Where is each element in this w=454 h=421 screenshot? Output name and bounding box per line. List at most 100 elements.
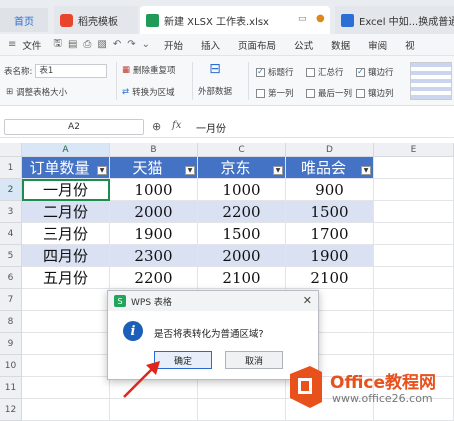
hamburger-menu-icon[interactable]: ≡ <box>8 39 16 50</box>
column-header-a[interactable]: A <box>22 143 110 157</box>
select-all-corner[interactable] <box>0 143 22 157</box>
column-header-d[interactable]: D <box>286 143 374 157</box>
filter-dropdown-icon[interactable]: ▼ <box>185 166 195 175</box>
banded-rows-checkbox[interactable]: ✓ 镶边行 <box>356 66 394 78</box>
header-row-checkbox[interactable]: ✓ 标题行 <box>256 66 294 78</box>
close-icon[interactable]: ✕ <box>303 294 312 307</box>
table-style-gallery[interactable] <box>410 62 452 100</box>
row-header[interactable]: 7 <box>0 289 22 311</box>
row-header[interactable]: 5 <box>0 245 22 267</box>
value-cell[interactable]: 1000 <box>198 179 286 201</box>
format-painter-icon[interactable]: ▧ <box>97 39 106 50</box>
row-header[interactable]: 8 <box>0 311 22 333</box>
value-cell[interactable]: 1500 <box>286 201 374 223</box>
month-cell[interactable]: 三月份 <box>22 223 110 245</box>
empty-cell[interactable] <box>22 377 110 399</box>
value-cell[interactable]: 1000 <box>110 179 198 201</box>
table-header-cell[interactable]: 京东 ▼ <box>198 157 286 179</box>
month-cell[interactable]: 四月份 <box>22 245 110 267</box>
table-name-input[interactable]: 表1 <box>35 64 108 78</box>
name-box[interactable]: A2 <box>4 119 144 135</box>
row-header[interactable]: 3 <box>0 201 22 223</box>
resize-table-button[interactable]: ⊞ 调整表格大小 <box>6 86 67 98</box>
row-header[interactable]: 1 <box>0 157 22 179</box>
empty-cell[interactable] <box>374 245 454 267</box>
menu-file[interactable]: 文件 <box>22 38 41 52</box>
empty-cell[interactable] <box>22 311 110 333</box>
print-preview-icon[interactable]: ▤ <box>68 39 77 50</box>
menu-insert[interactable]: 插入 <box>201 38 220 52</box>
empty-cell[interactable] <box>198 377 286 399</box>
value-cell[interactable]: 1900 <box>110 223 198 245</box>
month-cell[interactable]: 五月份 <box>22 267 110 289</box>
row-header[interactable]: 10 <box>0 355 22 377</box>
filter-dropdown-icon[interactable]: ▼ <box>97 166 107 175</box>
menu-review[interactable]: 审阅 <box>368 38 387 52</box>
convert-to-range-button[interactable]: ⇄ 转换为区域 <box>122 86 175 98</box>
empty-cell[interactable] <box>374 201 454 223</box>
empty-cell[interactable] <box>374 289 454 311</box>
table-header-cell[interactable]: 天猫 ▼ <box>110 157 198 179</box>
tab-template[interactable]: 稻壳模板 <box>54 6 138 34</box>
print-icon[interactable]: ⎙ <box>83 39 91 50</box>
table-header-cell[interactable]: 订单数量 ▼ <box>22 157 110 179</box>
filter-dropdown-icon[interactable]: ▼ <box>273 166 283 175</box>
monitor-icon[interactable]: ▭ <box>298 14 307 24</box>
empty-cell[interactable] <box>374 223 454 245</box>
value-cell[interactable]: 1500 <box>198 223 286 245</box>
row-header[interactable]: 2 <box>0 179 22 201</box>
formula-input[interactable]: 一月份 <box>196 120 226 135</box>
total-row-checkbox[interactable]: 汇总行 <box>306 66 344 78</box>
fx-icon[interactable]: fx <box>172 120 181 131</box>
empty-cell[interactable] <box>374 267 454 289</box>
menu-start[interactable]: 开始 <box>164 38 183 52</box>
save-icon[interactable]: 🖫 <box>53 36 62 53</box>
row-header[interactable]: 9 <box>0 333 22 355</box>
menu-view[interactable]: 视 <box>405 38 415 52</box>
remove-duplicates-button[interactable]: ▦ 删除重复项 <box>122 64 176 76</box>
column-header-c[interactable]: C <box>198 143 286 157</box>
menu-page-layout[interactable]: 页面布局 <box>238 38 276 52</box>
dropdown-icon[interactable]: ⌄ <box>142 39 150 50</box>
row-header[interactable]: 4 <box>0 223 22 245</box>
banded-columns-checkbox[interactable]: 镶边列 <box>356 87 394 99</box>
undo-icon[interactable]: ↶ <box>113 39 121 50</box>
tab-other-doc[interactable]: Excel 中如...换成普通数 <box>335 6 454 34</box>
empty-cell[interactable] <box>198 399 286 421</box>
row-header[interactable]: 11 <box>0 377 22 399</box>
empty-cell[interactable] <box>22 333 110 355</box>
empty-cell[interactable] <box>22 289 110 311</box>
empty-cell[interactable] <box>374 157 454 179</box>
row-header[interactable]: 12 <box>0 399 22 421</box>
empty-cell[interactable] <box>22 399 110 421</box>
value-cell[interactable]: 1900 <box>286 245 374 267</box>
value-cell[interactable]: 2000 <box>110 201 198 223</box>
value-cell[interactable]: 2100 <box>286 267 374 289</box>
column-header-b[interactable]: B <box>110 143 198 157</box>
value-cell[interactable]: 2200 <box>198 201 286 223</box>
menu-data[interactable]: 数据 <box>331 38 350 52</box>
menu-formula[interactable]: 公式 <box>294 38 313 52</box>
value-cell[interactable]: 2000 <box>198 245 286 267</box>
filter-dropdown-icon[interactable]: ▼ <box>361 166 371 175</box>
column-header-e[interactable]: E <box>374 143 454 157</box>
last-column-checkbox[interactable]: 最后一列 <box>306 87 352 99</box>
row-header[interactable]: 6 <box>0 267 22 289</box>
value-cell[interactable]: 2200 <box>110 267 198 289</box>
zoom-icon[interactable]: ⊕ <box>152 120 161 133</box>
value-cell[interactable]: 900 <box>286 179 374 201</box>
external-data-button[interactable]: ⊟ 外部数据 <box>198 61 232 97</box>
tab-home[interactable]: 首页 <box>0 8 48 32</box>
value-cell[interactable]: 2100 <box>198 267 286 289</box>
table-header-cell[interactable]: 唯品会 ▼ <box>286 157 374 179</box>
value-cell[interactable]: 2300 <box>110 245 198 267</box>
month-cell[interactable]: 二月份 <box>22 201 110 223</box>
empty-cell[interactable] <box>374 311 454 333</box>
empty-cell[interactable] <box>22 355 110 377</box>
value-cell[interactable]: 1700 <box>286 223 374 245</box>
cancel-button[interactable]: 取消 <box>225 351 283 369</box>
empty-cell[interactable] <box>374 179 454 201</box>
month-cell[interactable]: 一月份 <box>22 179 110 201</box>
empty-cell[interactable] <box>374 333 454 355</box>
first-column-checkbox[interactable]: 第一列 <box>256 87 294 99</box>
